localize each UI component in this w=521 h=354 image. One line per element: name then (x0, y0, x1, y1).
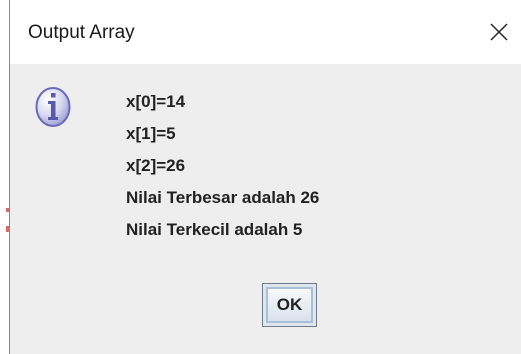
ok-button[interactable]: OK (262, 283, 317, 327)
message-line: x[2]=26 (126, 156, 186, 175)
close-button[interactable] (477, 10, 521, 54)
close-icon (490, 23, 508, 41)
message-body: x[0]=14 x[1]=5 x[2]=26 Nilai Terbesar ad… (126, 86, 319, 246)
message-line: x[1]=5 (126, 124, 176, 143)
message-line: Nilai Terkecil adalah 5 (126, 220, 303, 239)
title-bar[interactable]: Output Array (10, 0, 521, 64)
message-line: x[0]=14 (126, 92, 186, 111)
message-line: Nilai Terbesar adalah 26 (126, 188, 320, 207)
dialog-title: Output Array (28, 22, 135, 43)
information-icon (35, 85, 71, 129)
ok-button-label: OK (266, 287, 313, 323)
message-dialog: Output Array x[0]=14 x[1]=5 x[2]=26 Nila… (9, 0, 521, 354)
background-window-edge (0, 0, 9, 354)
